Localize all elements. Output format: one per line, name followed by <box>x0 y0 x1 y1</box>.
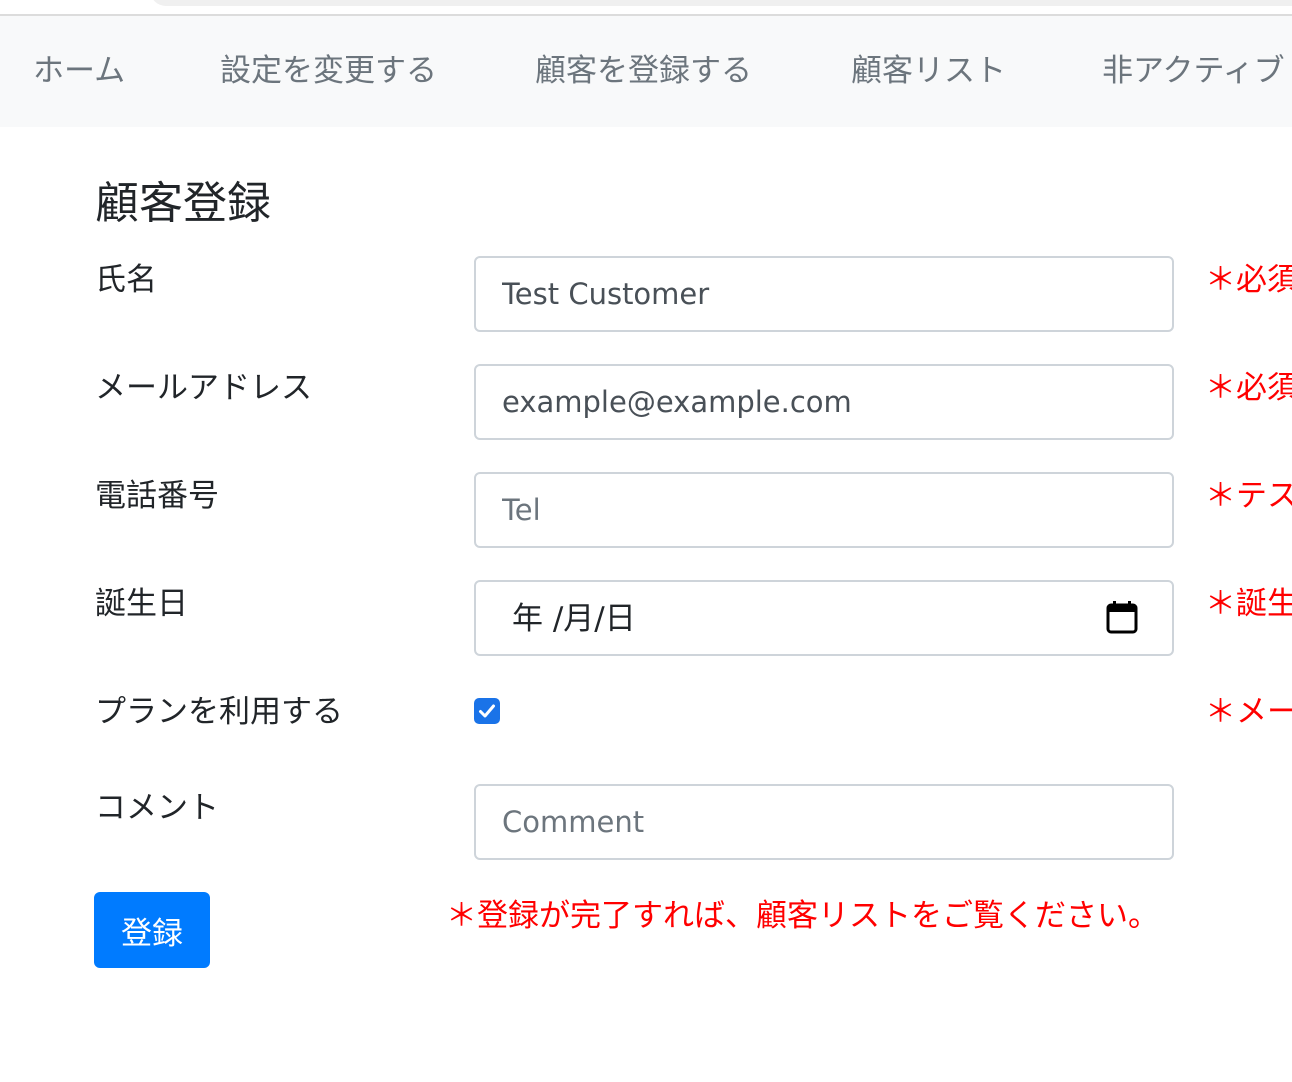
check-icon <box>479 704 495 718</box>
birthday-date-input[interactable]: 年 /月/日 <box>474 580 1174 656</box>
name-input[interactable] <box>474 256 1174 332</box>
calendar-icon[interactable] <box>1106 600 1138 634</box>
birthday-label: 誕生日 <box>95 586 188 622</box>
browser-chrome-strip <box>0 0 1292 16</box>
page: ホーム 設定を変更する 顧客を登録する 顧客リスト 非アクティブ 顧客登録 氏名… <box>0 0 1292 1082</box>
plan-label: プランを利用する <box>95 694 343 730</box>
plan-checkbox[interactable] <box>474 698 500 724</box>
email-input[interactable] <box>474 364 1174 440</box>
register-button[interactable]: 登録 <box>94 892 210 968</box>
nav-item-register-customer[interactable]: 顧客を登録する <box>535 16 752 127</box>
browser-tab-edge <box>150 0 1292 6</box>
name-label: 氏名 <box>95 262 157 298</box>
comment-label: コメント <box>95 790 219 826</box>
nav-item-customer-list[interactable]: 顧客リスト <box>851 16 1006 127</box>
tel-label: 電話番号 <box>95 478 219 514</box>
birthday-date-text: 年 /月/日 <box>512 601 636 637</box>
page-title: 顧客登録 <box>95 178 271 229</box>
email-required-note: ＊必須 <box>1205 370 1292 406</box>
birthday-note: ＊誕生 <box>1205 586 1292 622</box>
tel-note: ＊テス <box>1205 478 1292 514</box>
comment-input[interactable] <box>474 784 1174 860</box>
nav-item-home[interactable]: ホーム <box>33 16 125 127</box>
email-label: メールアドレス <box>95 370 312 406</box>
nav-item-inactive[interactable]: 非アクティブ <box>1102 16 1285 127</box>
nav-item-settings[interactable]: 設定を変更する <box>220 16 437 127</box>
completion-note: ＊登録が完了すれば、顧客リストをご覧ください。 <box>446 898 1159 934</box>
plan-note: ＊メー <box>1205 694 1292 730</box>
navbar: ホーム 設定を変更する 顧客を登録する 顧客リスト 非アクティブ <box>0 16 1292 127</box>
tel-input[interactable] <box>474 472 1174 548</box>
name-required-note: ＊必須 <box>1205 262 1292 298</box>
